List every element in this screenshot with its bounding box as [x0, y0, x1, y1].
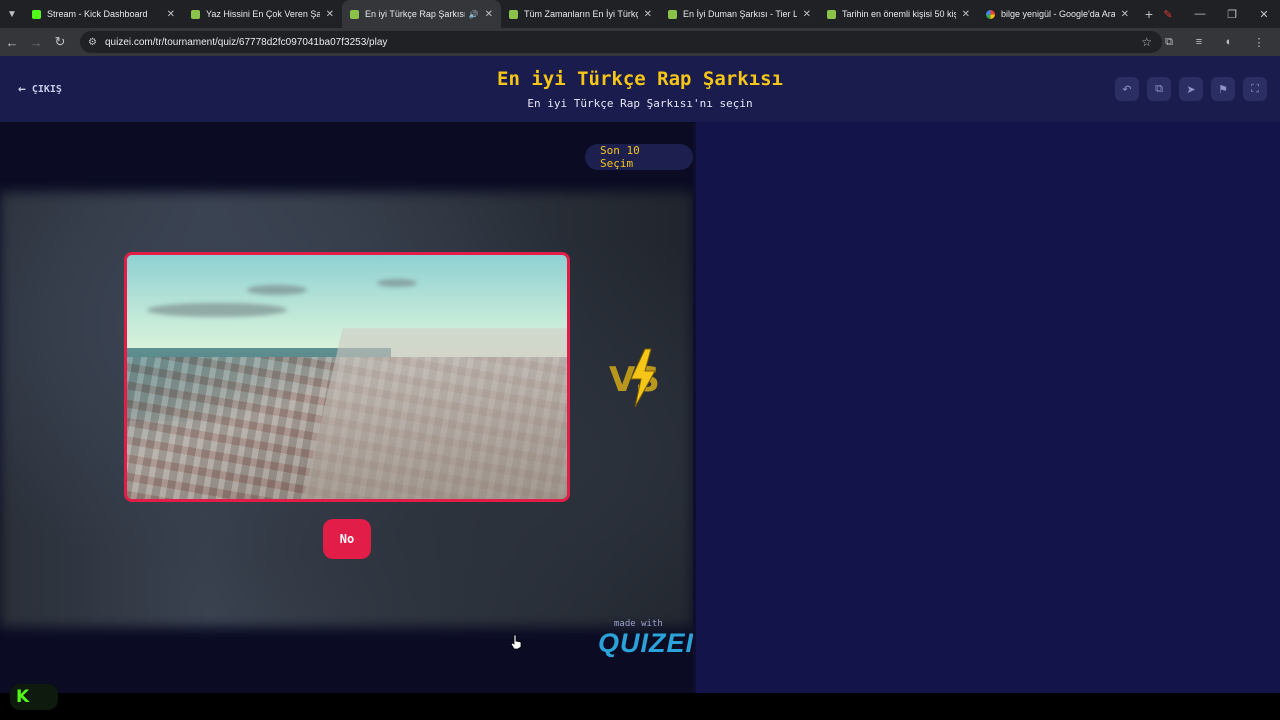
cloud: [247, 285, 307, 295]
quizei-icon: [509, 9, 518, 19]
header-tools: ↶ ⧉ ➤ ⚑ ⛶: [1115, 77, 1267, 101]
video-thumbnail[interactable]: [124, 252, 570, 502]
media-icon[interactable]: ≡: [1184, 36, 1214, 48]
tab-search-icon[interactable]: ▼: [0, 0, 24, 28]
send-icon[interactable]: ➤: [1179, 77, 1203, 101]
choice-pane-right: [696, 122, 1280, 693]
tab-en-iyi-turkce-rap[interactable]: En iyi Türkçe Rap Şarkısı - T 🔊 ✕: [342, 0, 501, 28]
reload-icon[interactable]: ↻: [48, 34, 72, 50]
tab-tarihin[interactable]: Tarihin en önemli kişisi 50 kişi ✕: [819, 0, 978, 28]
fullscreen-icon[interactable]: ⛶: [1243, 77, 1267, 101]
url-field[interactable]: ⚙ quizei.com/tr/tournament/quiz/67778d2f…: [80, 31, 1162, 53]
undo-icon[interactable]: ↶: [1115, 77, 1139, 101]
choice-pane-left: Son 10 Seçim No VS made with QUIZEI: [0, 122, 693, 693]
menu-icon[interactable]: ⋮: [1244, 36, 1274, 49]
quizei-logo[interactable]: QUIZEI: [598, 628, 693, 659]
page-title: En iyi Türkçe Rap Şarkısı: [497, 68, 783, 90]
forward-icon[interactable]: →: [24, 35, 48, 50]
quiz-header: ← ÇIKIŞ En iyi Türkçe Rap Şarkısı En iyi…: [0, 56, 1280, 122]
site-info-icon[interactable]: ⚙: [88, 37, 97, 48]
flag-icon[interactable]: ⚑: [1211, 77, 1235, 101]
tab-title: Tüm Zamanların En İyi Türkçe Ş: [524, 9, 638, 19]
tab-title: Stream - Kick Dashboard: [47, 9, 148, 19]
tab-google[interactable]: bilge yenigül - Google'da Ara ✕: [978, 0, 1137, 28]
copy-icon[interactable]: ⧉: [1147, 77, 1171, 101]
choice-button[interactable]: No: [323, 519, 371, 559]
profile-icon[interactable]: ◐: [1214, 36, 1244, 48]
close-icon[interactable]: ✕: [962, 9, 970, 20]
close-icon[interactable]: ✕: [1121, 9, 1129, 20]
browser-actions: ⧉ ≡ ◐ ⋮: [1154, 28, 1274, 56]
tab-title: En İyi Duman Şarkısı - Tier List: [683, 9, 797, 19]
vs-icon: VS: [609, 348, 660, 408]
tab-title: Tarihin en önemli kişisi 50 kişi: [842, 9, 956, 19]
close-icon[interactable]: ✕: [326, 9, 334, 20]
choice-label: No: [339, 532, 355, 546]
minimize-icon[interactable]: —: [1184, 8, 1216, 20]
buildings: [303, 328, 567, 499]
restore-icon[interactable]: ❐: [1216, 8, 1248, 21]
tab-yaz-hissini[interactable]: Yaz Hissini En Çok Veren Şarkı ✕: [183, 0, 342, 28]
tab-title: bilge yenigül - Google'da Ara: [1001, 9, 1115, 19]
bookmark-star-icon[interactable]: ☆: [1141, 35, 1152, 49]
kick-overlay-icon[interactable]: K: [10, 684, 58, 710]
taskbar: [0, 693, 1280, 720]
window-close-icon[interactable]: ✕: [1248, 8, 1280, 21]
extensions-icon[interactable]: ⧉: [1154, 36, 1184, 49]
tab-title: En iyi Türkçe Rap Şarkısı - T: [365, 9, 465, 19]
tab-kick-dashboard[interactable]: Stream - Kick Dashboard ✕: [24, 0, 183, 28]
cloud: [377, 279, 417, 287]
kick-icon: [32, 9, 41, 19]
profile-pen-icon[interactable]: ✎: [1152, 8, 1184, 21]
back-icon[interactable]: ←: [0, 35, 24, 50]
close-icon[interactable]: ✕: [167, 9, 175, 20]
close-icon[interactable]: ✕: [803, 9, 811, 20]
hand-cursor-icon: [510, 634, 522, 650]
vs-text: VS: [609, 360, 660, 400]
close-icon[interactable]: ✕: [485, 9, 493, 20]
quizei-icon: [350, 9, 359, 19]
cloud: [147, 303, 287, 317]
tab-duman[interactable]: En İyi Duman Şarkısı - Tier List ✕: [660, 0, 819, 28]
close-icon[interactable]: ✕: [644, 9, 652, 20]
speaker-icon[interactable]: 🔊: [469, 10, 479, 19]
quizei-icon: [827, 9, 836, 19]
window-controls: ✎ — ❐ ✕: [1152, 0, 1280, 28]
last-choices-label: Son 10 Seçim: [600, 144, 640, 170]
page-subtitle: En iyi Türkçe Rap Şarkısı'nı seçin: [527, 97, 753, 110]
quizei-icon: [668, 9, 677, 19]
quizei-icon: [191, 9, 200, 19]
address-bar-row: ← → ↻ ⚙ quizei.com/tr/tournament/quiz/67…: [0, 28, 1280, 56]
last-choices-button[interactable]: Son 10 Seçim: [585, 144, 693, 170]
quiz-page: ← ÇIKIŞ En iyi Türkçe Rap Şarkısı En iyi…: [0, 56, 1280, 693]
tab-title: Yaz Hissini En Çok Veren Şarkı: [206, 9, 320, 19]
url-text: quizei.com/tr/tournament/quiz/67778d2fc0…: [104, 36, 388, 48]
google-icon: [986, 9, 995, 19]
tab-tum-zamanlarin[interactable]: Tüm Zamanların En İyi Türkçe Ş ✕: [501, 0, 660, 28]
tab-strip: ▼ Stream - Kick Dashboard ✕ Yaz Hissini …: [0, 0, 1280, 28]
